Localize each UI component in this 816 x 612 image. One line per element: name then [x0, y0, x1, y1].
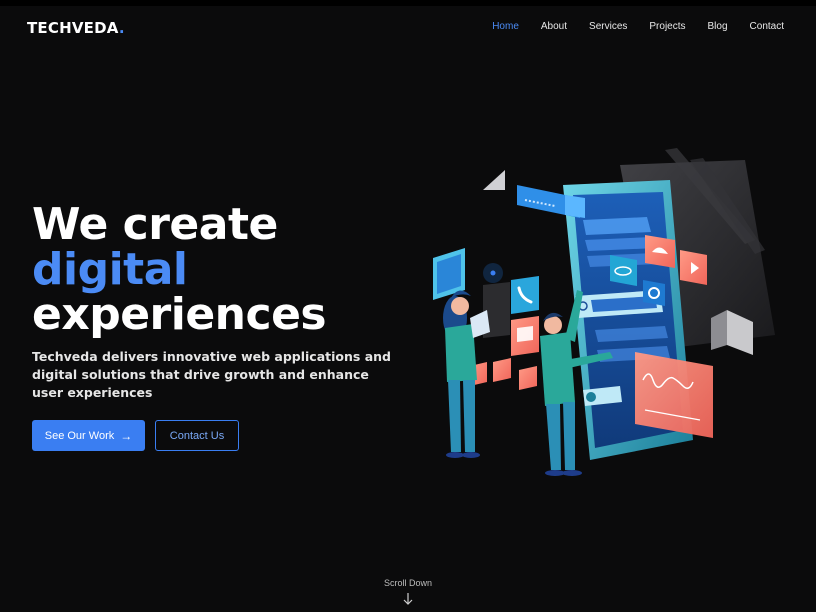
phone-card [511, 276, 539, 314]
hero-subtitle: Techveda delivers innovative web applica… [32, 349, 391, 400]
hero-heading: We create digital experiences [32, 199, 327, 340]
triangle-shape [483, 170, 505, 190]
scroll-down[interactable]: Scroll Down [0, 578, 816, 606]
main-menu: Home About Services Projects Blog Contac… [470, 21, 784, 32]
mail-icon [517, 326, 533, 342]
see-our-work-button[interactable]: See Our Work → [32, 420, 145, 451]
eye-card [610, 255, 637, 286]
brand-logo[interactable]: TECHVEDA. [27, 19, 125, 37]
toggle-knob [586, 392, 596, 402]
hero-line-2: digital [32, 244, 188, 295]
contact-us-button[interactable]: Contact Us [155, 420, 239, 451]
scroll-down-label: Scroll Down [383, 578, 432, 588]
see-our-work-label: See Our Work [44, 429, 115, 442]
arrow-down-icon [403, 593, 413, 605]
hero-line-1: We create [32, 199, 278, 250]
floating-bar-tab [565, 195, 585, 218]
gear-card [643, 280, 665, 306]
hero-illustration [433, 148, 775, 476]
nav-services[interactable]: Services [589, 21, 627, 32]
media-button [493, 358, 511, 382]
arrow-right-icon: → [120, 428, 133, 443]
media-button [519, 366, 537, 390]
nav-projects[interactable]: Projects [649, 21, 685, 32]
navbar: TECHVEDA. Home About Services Projects B… [0, 6, 816, 50]
contact-us-label: Contact Us [169, 429, 225, 442]
nav-blog[interactable]: Blog [708, 21, 728, 32]
chart-card [635, 352, 713, 438]
screen-bar [583, 217, 651, 235]
nav-about[interactable]: About [541, 21, 567, 32]
hero-line-3: experiences [32, 289, 327, 340]
nav-contact[interactable]: Contact [750, 21, 784, 32]
nav-home[interactable]: Home [492, 21, 519, 32]
